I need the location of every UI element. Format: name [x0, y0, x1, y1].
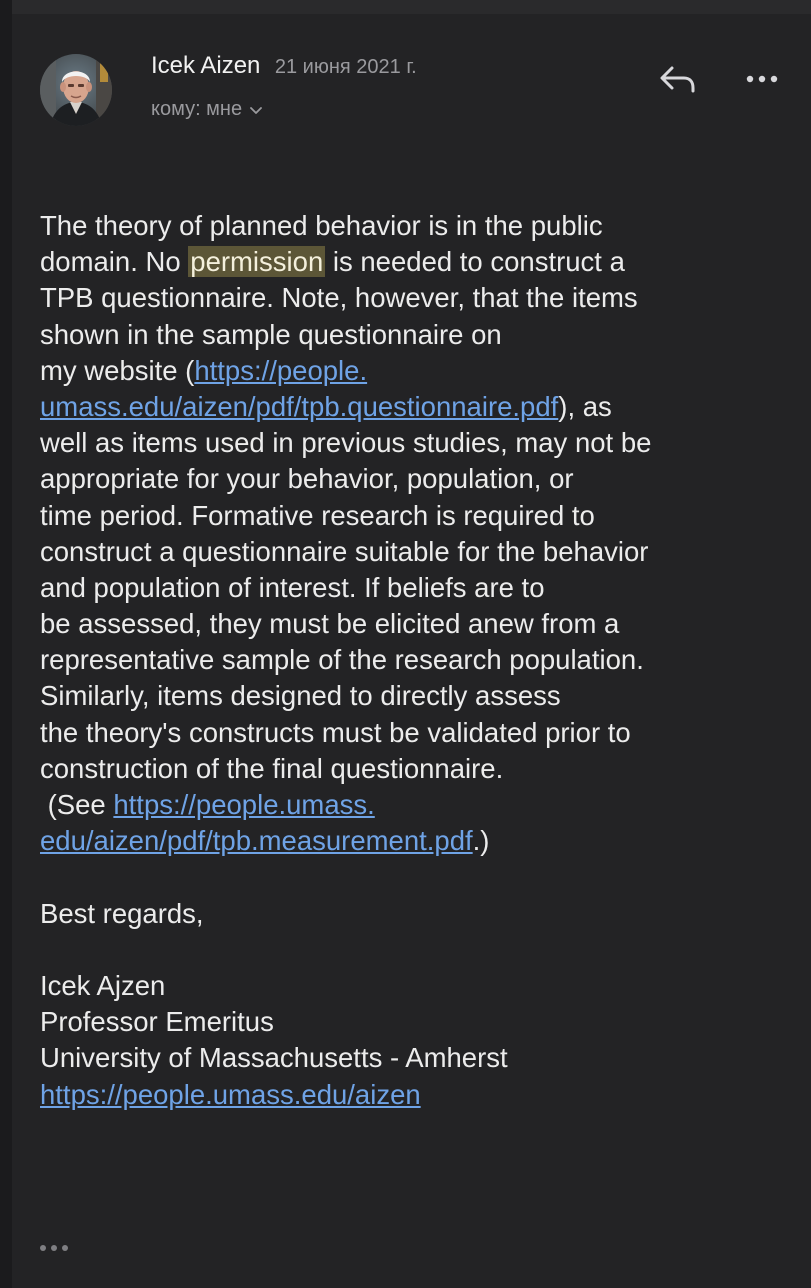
reply-button[interactable] — [658, 60, 698, 100]
body-line: appropriate for your behavior, populatio… — [40, 463, 574, 495]
questionnaire-link-cont[interactable]: umass.edu/aizen/pdf/tpb.questionnaire.pd… — [40, 391, 558, 422]
chevron-down-icon — [250, 98, 263, 121]
body-line: edu/aizen/pdf/tpb.measurement.pdf.) — [40, 825, 490, 857]
recipient-label: кому: мне — [151, 98, 243, 120]
quoted-text-ellipsis-icon — [40, 1245, 68, 1251]
body-line: Similarly, items designed to directly as… — [40, 680, 561, 712]
signature-link[interactable]: https://people.umass.edu/aizen — [40, 1079, 421, 1110]
body-line: and population of interest. If beliefs a… — [40, 571, 545, 603]
body-line: well as items used in previous studies, … — [40, 427, 652, 459]
body-line: domain. No permission is needed to const… — [40, 246, 625, 278]
body-line: The theory of planned behavior is in the… — [40, 210, 603, 241]
measurement-link-cont[interactable]: edu/aizen/pdf/tpb.measurement.pdf — [40, 825, 473, 856]
body-line: be assessed, they must be elicited anew … — [40, 608, 620, 640]
body-line: umass.edu/aizen/pdf/tpb.questionnaire.pd… — [40, 390, 612, 422]
signature-title: Professor Emeritus — [40, 1006, 274, 1038]
signature-url-line: https://people.umass.edu/aizen — [40, 1077, 800, 1113]
body-line: construct a questionnaire suitable for t… — [40, 535, 649, 567]
more-horizontal-icon — [745, 70, 779, 88]
message-header: Icek Aizen 21 июня 2021 г. кому: мне — [40, 48, 790, 138]
signature-name: Icek Ajzen — [40, 969, 166, 1001]
body-line: time period. Formative research is requi… — [40, 499, 595, 531]
message-body: The theory of planned behavior is in the… — [40, 208, 800, 1113]
window-edge — [0, 0, 12, 1288]
body-line: the theory's constructs must be validate… — [40, 716, 631, 748]
avatar[interactable] — [40, 54, 112, 126]
body-line: representative sample of the research po… — [40, 644, 644, 676]
body-line: construction of the final questionnaire. — [40, 752, 504, 784]
show-quoted-text-button[interactable] — [40, 1236, 80, 1260]
measurement-link[interactable]: https://people.umass. — [113, 789, 374, 820]
body-line: TPB questionnaire. Note, however, that t… — [40, 282, 638, 314]
body-line: (See https://people.umass. — [40, 789, 375, 820]
reply-arrow-icon — [658, 66, 698, 104]
sender-line: Icek Aizen 21 июня 2021 г. — [151, 52, 417, 80]
top-strip — [0, 0, 811, 14]
message-date: 21 июня 2021 г. — [274, 56, 417, 78]
signature-affiliation: University of Massachusetts - Amherst — [40, 1042, 508, 1074]
search-highlight: permission — [188, 246, 326, 278]
more-options-button[interactable] — [742, 62, 782, 96]
questionnaire-link[interactable]: https://people. — [194, 355, 367, 386]
closing: Best regards, — [40, 897, 204, 929]
sender-name[interactable]: Icek Aizen — [151, 52, 260, 79]
body-line: shown in the sample questionnaire on — [40, 318, 502, 350]
body-line: my website (https://people. — [40, 354, 368, 386]
recipient-toggle[interactable]: кому: мне — [151, 98, 263, 121]
